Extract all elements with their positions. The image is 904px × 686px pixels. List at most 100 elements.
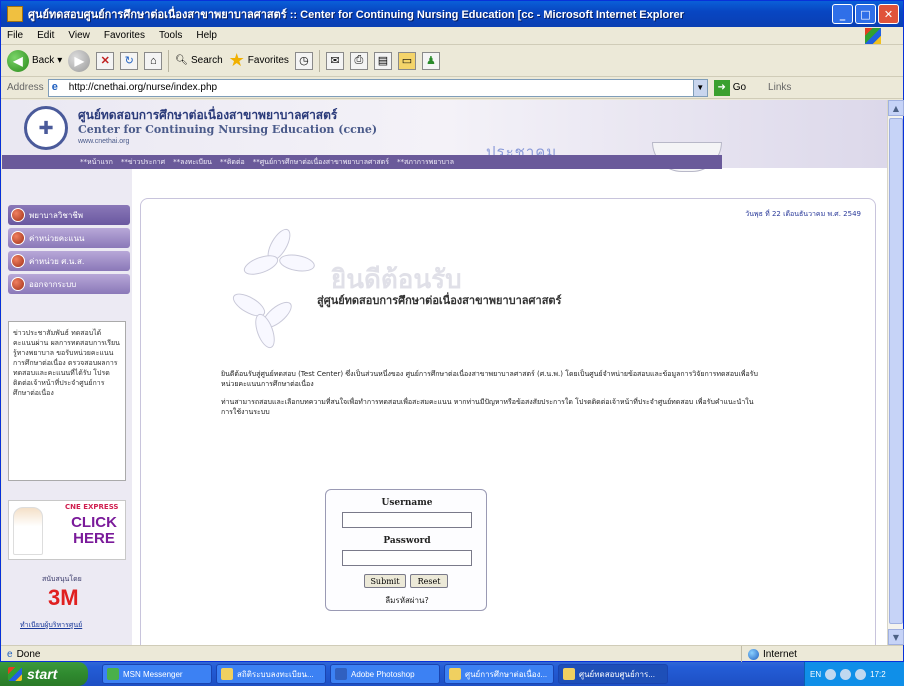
edit-icon[interactable]: ▤ xyxy=(373,51,392,70)
nav-ccne[interactable]: **ศูนย์การศึกษาต่อเนื่องสาขาพยาบาลศาสตร์ xyxy=(253,157,389,168)
page-status-icon: e xyxy=(7,648,13,660)
back-arrow-icon: ◀ xyxy=(7,49,29,72)
nav-contact[interactable]: **ติดต่อ xyxy=(220,157,245,168)
links-toolbar[interactable]: Links xyxy=(768,82,791,93)
clock: 17:2 xyxy=(870,669,886,679)
task-label: ศูนย์ทดสอบศูนย์การ... xyxy=(579,669,656,679)
menu-help[interactable]: Help xyxy=(196,30,217,41)
volume-icon[interactable] xyxy=(840,668,852,680)
mail-icon[interactable]: ✉ xyxy=(325,51,344,70)
chevron-down-icon: ▾ xyxy=(57,55,63,66)
task-registration-stats[interactable]: สถิติระบบลงทะเบียน... xyxy=(216,664,326,684)
executive-directory-link[interactable]: ทำเนียบผู้บริหารศูนย์ xyxy=(20,620,82,631)
main-panel: วันพุธ ที่ 22 เดือนธันวาคม พ.ศ. 2549 ยิน… xyxy=(140,198,876,645)
messenger-icon[interactable]: ♟ xyxy=(421,51,440,70)
taskbar: start MSN Messenger สถิติระบบลงทะเบียน..… xyxy=(0,662,904,686)
globe-icon xyxy=(748,649,759,660)
toolbar-separator xyxy=(168,49,170,72)
sidebar: พยาบาลวิชาชีพ ค่าหน่วยคะแนน ค่าหน่วย ศ.น… xyxy=(2,169,132,645)
msn-icon xyxy=(107,668,119,680)
stop-icon[interactable]: ✕ xyxy=(96,51,115,70)
task-test-center-page[interactable]: ศูนย์ทดสอบศูนย์การ... xyxy=(558,664,668,684)
status-text: Done xyxy=(16,648,41,660)
bullet-icon xyxy=(11,254,25,268)
go-arrow-icon: ➜ xyxy=(713,79,730,96)
scroll-up-icon[interactable]: ▲ xyxy=(888,100,904,116)
nav-register[interactable]: **ลงทะเบียน xyxy=(173,157,212,168)
sidebar-item-professional-nurse[interactable]: พยาบาลวิชาชีพ xyxy=(8,205,130,225)
reset-button[interactable]: Reset xyxy=(410,574,448,588)
refresh-icon[interactable]: ↻ xyxy=(120,51,139,70)
go-button[interactable]: ➜ Go xyxy=(713,79,747,96)
scroll-thumb[interactable] xyxy=(889,118,903,624)
zone-label: Internet xyxy=(763,649,797,660)
page-icon: e xyxy=(51,80,58,93)
nav-home[interactable]: **หน้าแรก xyxy=(80,157,113,168)
go-label: Go xyxy=(732,82,747,93)
menu-tools[interactable]: Tools xyxy=(159,30,182,41)
forward-button[interactable]: ▶ xyxy=(68,49,91,72)
username-field[interactable] xyxy=(342,512,472,528)
print-icon[interactable]: ⎙ xyxy=(349,51,368,70)
ie-icon xyxy=(221,668,233,680)
title-bar[interactable]: ศูนย์ทดสอบศูนย์การศึกษาต่อเนื่องสาขาพยาบ… xyxy=(1,1,903,27)
security-shield-icon[interactable] xyxy=(855,668,867,680)
nav-council[interactable]: **สภาการพยาบาล xyxy=(397,157,454,168)
ie-icon xyxy=(449,668,461,680)
browser-window: ศูนย์ทดสอบศูนย์การศึกษาต่อเนื่องสาขาพยาบ… xyxy=(0,0,904,663)
forgot-password-link[interactable]: ลืมรหัสผ่าน? xyxy=(326,594,488,607)
site-url: www.cnethai.org xyxy=(78,138,130,145)
nurse-illustration xyxy=(13,507,43,555)
minimize-button[interactable]: _ xyxy=(832,4,853,24)
start-label: start xyxy=(27,666,58,682)
close-button[interactable]: ✕ xyxy=(878,4,899,24)
sponsor-label: สนับสนุนโดย xyxy=(42,575,82,583)
submit-button[interactable]: Submit xyxy=(364,574,406,588)
login-form: Username Password Submit Reset ลืมรหัสผ่… xyxy=(325,489,487,611)
sidebar-item-cne-units[interactable]: ค่าหน่วย ศ.น.ส. xyxy=(8,251,130,271)
nursing-council-logo: ✚ xyxy=(24,106,68,150)
windows-logo-icon xyxy=(865,28,881,44)
back-button[interactable]: ◀ Back ▾ xyxy=(7,49,63,72)
address-input[interactable]: e http://cnethai.org/nurse/index.php ▼ xyxy=(47,78,708,97)
home-icon[interactable]: ⌂ xyxy=(144,51,163,70)
maximize-button[interactable]: □ xyxy=(855,4,876,24)
sidebar-item-label: ค่าหน่วย ศ.น.ส. xyxy=(29,256,85,266)
menu-favorites[interactable]: Favorites xyxy=(104,30,145,41)
security-zone: Internet xyxy=(741,646,797,663)
menu-bar: File Edit View Favorites Tools Help xyxy=(1,27,903,45)
scroll-down-icon[interactable]: ▼ xyxy=(888,629,904,645)
language-indicator[interactable]: EN xyxy=(810,670,821,679)
address-dropdown-icon[interactable]: ▼ xyxy=(692,79,707,96)
search-button[interactable]: 🔍︎ Search xyxy=(175,55,222,66)
window-controls: _ □ ✕ xyxy=(832,4,899,24)
favorites-label: Favorites xyxy=(247,55,289,66)
site-nav: **หน้าแรก **ข่าวประกาศ **ลงทะเบียน **ติด… xyxy=(2,155,722,169)
bullet-icon xyxy=(11,231,25,245)
sidebar-item-label: ค่าหน่วยคะแนน xyxy=(29,233,85,243)
favorites-button[interactable]: ★ Favorites xyxy=(229,50,289,71)
cne-express-banner[interactable]: CNE EXPRESS CLICK HERE xyxy=(8,500,126,560)
star-icon: ★ xyxy=(228,50,245,70)
page-viewport: ✚ ศูนย์ทดสอบการศึกษาต่อเนื่องสาขาพยาบาลศ… xyxy=(2,100,887,645)
history-icon[interactable]: ◷ xyxy=(294,51,313,70)
network-icon[interactable] xyxy=(825,668,837,680)
menu-edit[interactable]: Edit xyxy=(37,30,54,41)
nav-news[interactable]: **ข่าวประกาศ xyxy=(121,157,165,168)
folder-icon[interactable]: ▭ xyxy=(397,51,416,70)
ie-icon xyxy=(7,6,23,22)
menu-view[interactable]: View xyxy=(68,30,90,41)
site-header: ✚ ศูนย์ทดสอบการศึกษาต่อเนื่องสาขาพยาบาลศ… xyxy=(2,100,887,172)
sidebar-item-credit-units[interactable]: ค่าหน่วยคะแนน xyxy=(8,228,130,248)
3m-logo[interactable]: 3M xyxy=(48,585,79,611)
task-ccne-page[interactable]: ศูนย์การศึกษาต่อเนื่อง... xyxy=(444,664,554,684)
password-field[interactable] xyxy=(342,550,472,566)
task-photoshop[interactable]: Adobe Photoshop xyxy=(330,664,440,684)
task-msn-messenger[interactable]: MSN Messenger xyxy=(102,664,212,684)
start-button[interactable]: start xyxy=(0,662,88,686)
sidebar-item-logout[interactable]: ออกจากระบบ xyxy=(8,274,130,294)
vertical-scrollbar[interactable]: ▲ ▼ xyxy=(887,100,904,645)
menu-file[interactable]: File xyxy=(7,30,23,41)
cne-express-label: CNE EXPRESS xyxy=(65,503,119,511)
task-label: MSN Messenger xyxy=(123,669,183,679)
